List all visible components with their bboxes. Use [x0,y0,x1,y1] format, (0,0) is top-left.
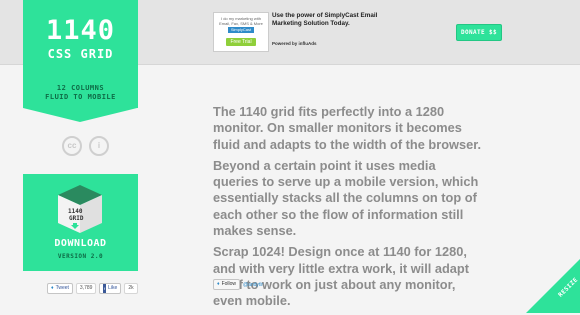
paragraph-2: Beyond a certain point it uses media que… [213,157,479,239]
tagline-line1: 12 COLUMNS [56,84,105,92]
box-line1: 1140 [68,208,83,215]
like-count: 2k [124,282,138,294]
tweet-button[interactable]: ♦ Tweet [47,282,73,294]
logo-title: 1140 [45,15,116,46]
box-line2: GRID [69,215,84,222]
follow-widget: ♦ Follow @andytlr [213,279,263,290]
twitter-follow-icon: ♦ [217,281,220,287]
download-button[interactable]: 1140 GRID DOWNLOAD VERSION 2.0 [23,174,138,271]
tweet-count: 3,789 [75,282,97,294]
follow-button[interactable]: ♦ Follow [213,279,241,290]
ad-free-trial-button[interactable]: Free Trial [226,38,256,46]
twitter-bird-icon: ♦ [51,284,54,291]
like-widget: f Like 2k [99,282,138,294]
download-box-icon: 1140 GRID [58,185,102,233]
ad-powered-by[interactable]: Powered by influAds [272,41,317,46]
tagline-line2: FLUID TO MOBILE [45,93,116,101]
ad-headline[interactable]: Use the power of SimplyCast Email Market… [272,12,382,27]
tagline-chevron [23,108,137,122]
attribution-icon[interactable]: i [89,136,109,156]
logo[interactable]: 1140 CSS GRID [23,0,138,78]
like-button[interactable]: f Like [99,282,122,294]
follow-handle[interactable]: @andytlr [243,282,263,288]
tweet-widget: ♦ Tweet 3,789 [47,282,97,294]
donate-button[interactable]: DONATE $$ [456,24,502,41]
like-label: Like [108,284,118,291]
cc-icon[interactable]: cc [62,136,82,156]
download-label: DOWNLOAD [54,238,107,249]
tweet-label: Tweet [55,284,69,291]
ad-image-brand: SimplyCast [228,27,254,33]
ad-image[interactable]: I do my marketing with Email, Fax, SMS &… [213,12,269,52]
ad-image-line2: Email, Fax, SMS & More [219,21,263,26]
logo-subtitle: CSS GRID [47,47,114,61]
download-version: VERSION 2.0 [57,253,104,260]
paragraph-1: The 1140 grid fits perfectly into a 1280… [213,104,482,152]
resize-corner[interactable]: RESIZE [526,259,580,313]
tagline: 12 COLUMNS FLUID TO MOBILE [23,78,138,108]
paragraph-3: Scrap 1024! Design once at 1140 for 1280… [213,244,470,309]
facebook-icon: f [103,283,107,293]
follow-label: Follow [221,281,237,287]
